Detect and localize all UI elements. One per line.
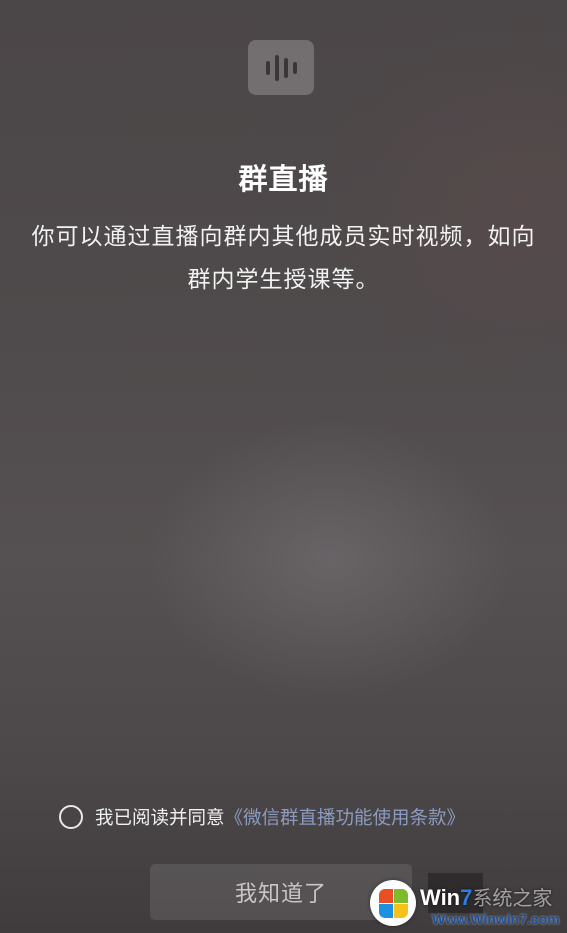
feature-description: 你可以通过直播向群内其他成员实时视频，如向群内学生授课等。 <box>31 224 536 293</box>
agreement-radio[interactable] <box>59 805 83 829</box>
watermark-brand-win: Win <box>420 885 461 910</box>
page-title: 群直播 <box>238 162 329 196</box>
voice-waveform-icon <box>248 40 314 95</box>
agreement-prefix: 我已阅读并同意 <box>95 808 225 829</box>
watermark-brand-seven: 7 <box>460 885 473 910</box>
waveform-bar <box>283 57 288 78</box>
terms-link[interactable]: 《微信群直播功能使用条款》 <box>225 804 466 830</box>
live-intro-screen: 群直播 你可以通过直播向群内其他成员实时视频，如向群内学生授课等。 我已阅读并同… <box>0 0 567 933</box>
watermark: Win7系统之家 Www.Winwin7.com <box>366 870 567 933</box>
watermark-brand-cn: 系统之家 <box>472 888 553 910</box>
waveform-bar <box>265 60 270 75</box>
agreement-row[interactable]: 我已阅读并同意 《微信群直播功能使用条款》 <box>59 803 465 831</box>
watermark-url: Www.Winwin7.com <box>432 911 560 927</box>
waveform-bar <box>292 61 297 74</box>
watermark-brand: Win7系统之家 <box>420 882 552 911</box>
windows-logo-icon <box>370 880 416 926</box>
waveform-bar <box>274 54 279 81</box>
